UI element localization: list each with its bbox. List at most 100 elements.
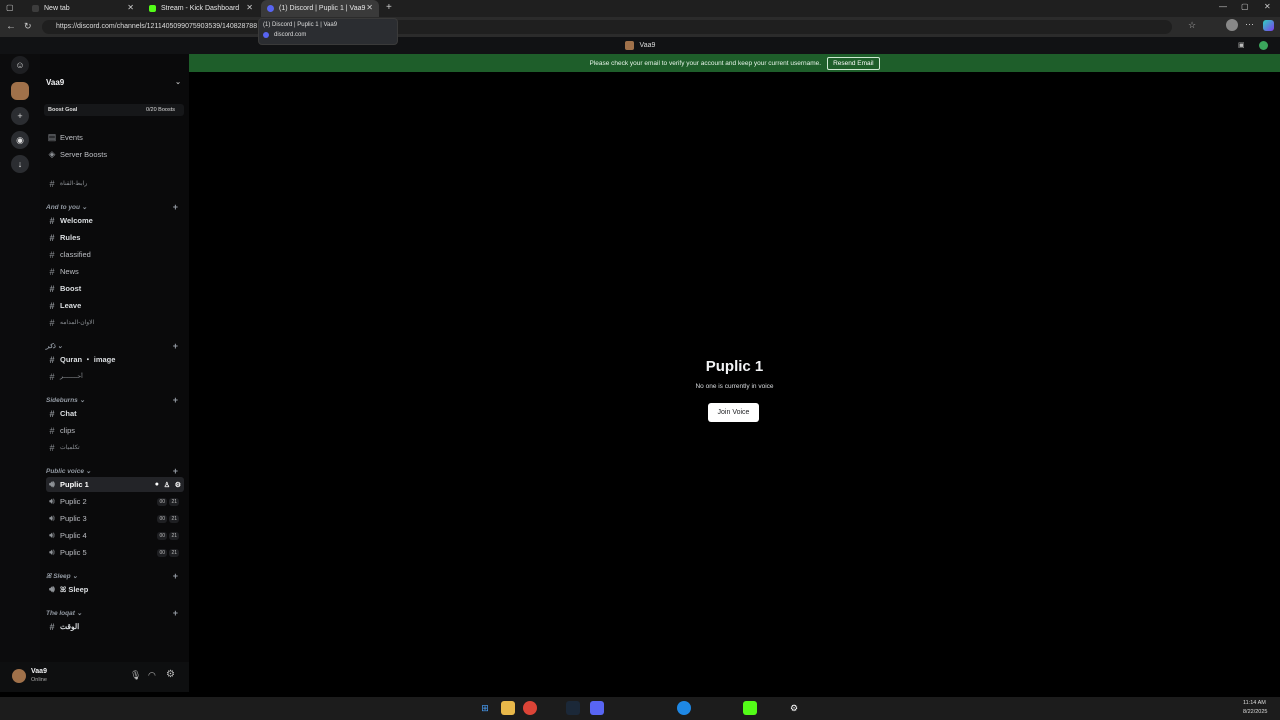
- settings-taskbar-icon[interactable]: ⚙: [787, 701, 801, 715]
- add-channel-icon[interactable]: +: [173, 571, 178, 581]
- add-channel-icon[interactable]: +: [173, 341, 178, 351]
- channel-chat[interactable]: # Chat: [46, 406, 184, 421]
- tab-kick[interactable]: Stream - Kick Dashboard ✕: [143, 0, 259, 17]
- channel-rules[interactable]: # Rules: [46, 230, 184, 245]
- events-link[interactable]: ▤ Events: [46, 130, 184, 145]
- channel-arabic-2[interactable]: # أحــــــــر: [46, 369, 184, 384]
- voice-channel-puplic-3[interactable]: 🔊︎ Puplic 3 00 21: [46, 511, 184, 526]
- avatar[interactable]: [12, 669, 26, 683]
- discord-taskbar-icon[interactable]: [590, 701, 604, 715]
- channel-leave[interactable]: # Leave: [46, 298, 184, 313]
- tab-list-icon[interactable]: ▢: [6, 3, 14, 12]
- file-explorer-icon[interactable]: [501, 701, 515, 715]
- menu-icon[interactable]: ⋯: [1245, 19, 1254, 30]
- settings-gear-icon[interactable]: ⚙: [166, 669, 175, 680]
- close-icon[interactable]: ✕: [366, 3, 373, 12]
- help-icon[interactable]: [1259, 41, 1268, 50]
- channel-arabic-1[interactable]: # الاوان-المدامه: [46, 315, 184, 330]
- channel-label: ꕤ Sleep: [60, 584, 89, 594]
- discord-home-icon[interactable]: ☺: [11, 56, 29, 74]
- category-the-loqat[interactable]: The loqat ⌄ +: [46, 608, 184, 618]
- channel-label: تكلميات: [60, 445, 80, 451]
- new-tab-icon[interactable]: +: [386, 2, 392, 13]
- server-header[interactable]: Vaa9 ⌄: [46, 78, 184, 90]
- window-close-icon[interactable]: ✕: [1264, 2, 1271, 11]
- invite-icon[interactable]: ♙: [164, 481, 170, 489]
- boost-goal-bar[interactable]: Boost Goal 0/20 Boosts: [44, 104, 184, 116]
- gear-icon[interactable]: ⚙: [175, 481, 181, 489]
- category-dhikr[interactable]: ذكر ⌄ +: [46, 341, 184, 351]
- user-panel: Vaa9 Online 🎙︎ ◠ ⚙: [0, 662, 189, 692]
- banner-text: Please check your email to verify your a…: [589, 59, 822, 67]
- channel-news[interactable]: # News: [46, 264, 184, 279]
- category-public-voice[interactable]: Public voice ⌄ +: [46, 466, 184, 476]
- channel-clips[interactable]: # clips: [46, 423, 184, 438]
- download-icon[interactable]: ↓: [11, 155, 29, 173]
- user-limit-badge: 21: [169, 531, 179, 540]
- channel-welcome[interactable]: # Welcome: [46, 213, 184, 228]
- edge-icon[interactable]: [677, 701, 691, 715]
- events-label: Events: [60, 133, 83, 142]
- speaker-icon: 🔊︎: [49, 547, 55, 557]
- kick-taskbar-icon[interactable]: [743, 701, 757, 715]
- add-channel-icon[interactable]: +: [173, 202, 178, 212]
- category-sideburns[interactable]: Sideburns ⌄ +: [46, 395, 184, 405]
- maximize-icon[interactable]: ▢: [1241, 2, 1249, 11]
- inbox-icon[interactable]: ▣: [1238, 37, 1245, 54]
- add-channel-icon[interactable]: +: [173, 466, 178, 476]
- voice-channel-sleep[interactable]: 🔊︎ ꕤ Sleep: [46, 582, 184, 597]
- channel-link-top[interactable]: # رابط-القناة: [46, 176, 184, 191]
- category-sleep[interactable]: ꕤ Sleep ⌄ +: [46, 571, 184, 581]
- voice-channel-puplic-1[interactable]: 🔊︎ Puplic 1 ● ♙ ⚙: [46, 477, 184, 492]
- minimize-icon[interactable]: —: [1219, 2, 1227, 11]
- tab-title: (1) Discord | Puplic 1 | Vaa9: [279, 5, 366, 12]
- steam-icon[interactable]: [566, 701, 580, 715]
- discord-icon: [263, 32, 269, 38]
- windows-start-icon[interactable]: ⊞: [478, 701, 492, 715]
- tab-title: New tab: [44, 5, 70, 12]
- tab-discord[interactable]: (1) Discord | Puplic 1 | Vaa9 ✕: [261, 0, 379, 17]
- voice-channel-puplic-5[interactable]: 🔊︎ Puplic 5 00 21: [46, 545, 184, 560]
- add-channel-icon[interactable]: +: [173, 395, 178, 405]
- close-icon[interactable]: ✕: [127, 3, 134, 12]
- channel-label: Puplic 1: [60, 480, 89, 489]
- headphones-icon[interactable]: ◠: [148, 670, 156, 681]
- channel-loqat[interactable]: # الوقت: [46, 619, 184, 634]
- back-icon[interactable]: ←: [6, 21, 16, 32]
- profile-icon[interactable]: [1226, 19, 1238, 31]
- user-status: Online: [31, 677, 47, 683]
- voice-channel-puplic-2[interactable]: 🔊︎ Puplic 2 00 21: [46, 494, 184, 509]
- voice-channel-puplic-4[interactable]: 🔊︎ Puplic 4 00 21: [46, 528, 184, 543]
- category-and-to-you[interactable]: And to you ⌄ +: [46, 202, 184, 212]
- add-channel-icon[interactable]: +: [173, 608, 178, 618]
- server-icon-vaa9[interactable]: [11, 82, 29, 100]
- speaker-icon: 🔊︎: [49, 584, 55, 594]
- join-voice-button[interactable]: Join Voice: [708, 403, 759, 422]
- tab-new-tab[interactable]: New tab ✕: [26, 0, 140, 17]
- hash-icon: #: [49, 300, 55, 311]
- channel-classified[interactable]: # classified: [46, 247, 184, 262]
- channel-quran[interactable]: # Quran ・ image: [46, 352, 184, 367]
- favorite-star-icon[interactable]: ☆: [1188, 20, 1196, 31]
- server-boosts-link[interactable]: ◈ Server Boosts: [46, 147, 184, 162]
- tab-hover-tooltip: (1) Discord | Puplic 1 | Vaa9 discord.co…: [258, 18, 398, 45]
- microphone-icon[interactable]: 🎙︎: [130, 670, 141, 681]
- chrome-icon[interactable]: [523, 701, 537, 715]
- close-icon[interactable]: ✕: [246, 3, 253, 12]
- server-name: Vaa9: [46, 78, 65, 87]
- url-input[interactable]: https://discord.com/channels/12114050990…: [42, 20, 1172, 34]
- hash-icon: #: [49, 371, 55, 382]
- add-server-icon[interactable]: +: [11, 107, 29, 125]
- boost-count: 0/20 Boosts: [145, 107, 175, 113]
- hash-icon: #: [49, 232, 55, 243]
- resend-email-button[interactable]: Resend Email: [827, 56, 880, 70]
- browser-tabbar: ▢ New tab ✕ Stream - Kick Dashboard ✕ (1…: [0, 0, 1280, 17]
- tab-favicon: [32, 5, 39, 12]
- copilot-icon[interactable]: [1263, 20, 1274, 31]
- channel-boost[interactable]: # Boost: [46, 281, 184, 296]
- discover-icon[interactable]: ◉: [11, 131, 29, 149]
- chat-icon[interactable]: ●: [155, 481, 159, 488]
- reload-icon[interactable]: ↻: [24, 21, 32, 32]
- channel-arabic-3[interactable]: # تكلميات: [46, 440, 184, 455]
- voice-channel-title: Puplic 1: [705, 358, 764, 375]
